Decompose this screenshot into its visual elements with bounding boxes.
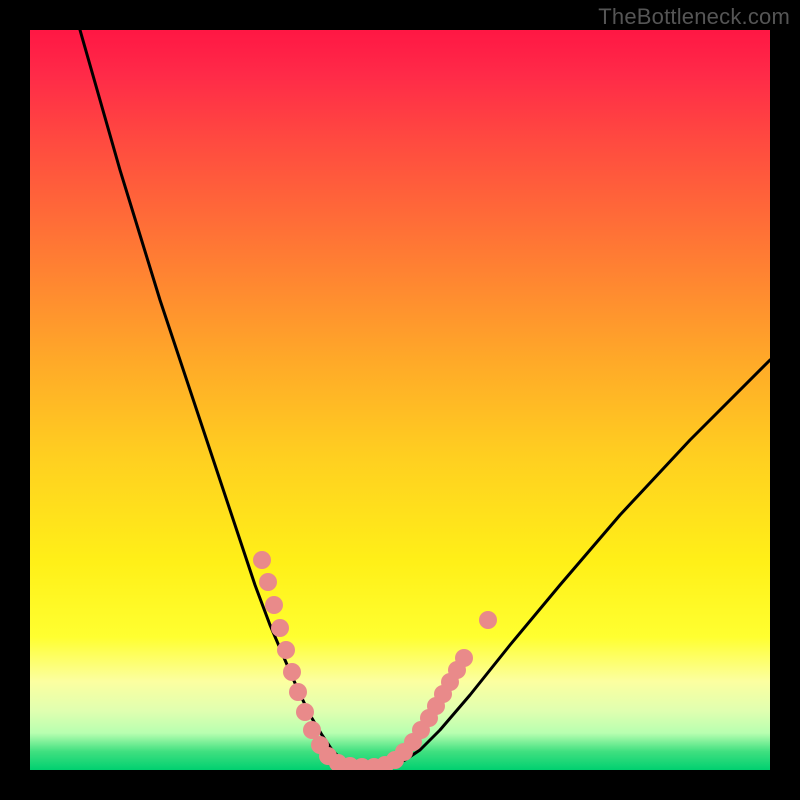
pink-dot — [265, 596, 283, 614]
pink-dot — [296, 703, 314, 721]
chart-frame: TheBottleneck.com — [0, 0, 800, 800]
plot-area — [30, 30, 770, 770]
pink-dot — [253, 551, 271, 569]
pink-dots-group — [253, 551, 497, 770]
pink-dot — [289, 683, 307, 701]
pink-dot — [455, 649, 473, 667]
black-curve — [80, 30, 770, 767]
pink-dot — [271, 619, 289, 637]
pink-dot — [479, 611, 497, 629]
pink-dot — [259, 573, 277, 591]
pink-dot — [277, 641, 295, 659]
chart-svg — [30, 30, 770, 770]
watermark-text: TheBottleneck.com — [598, 4, 790, 30]
pink-dot — [283, 663, 301, 681]
